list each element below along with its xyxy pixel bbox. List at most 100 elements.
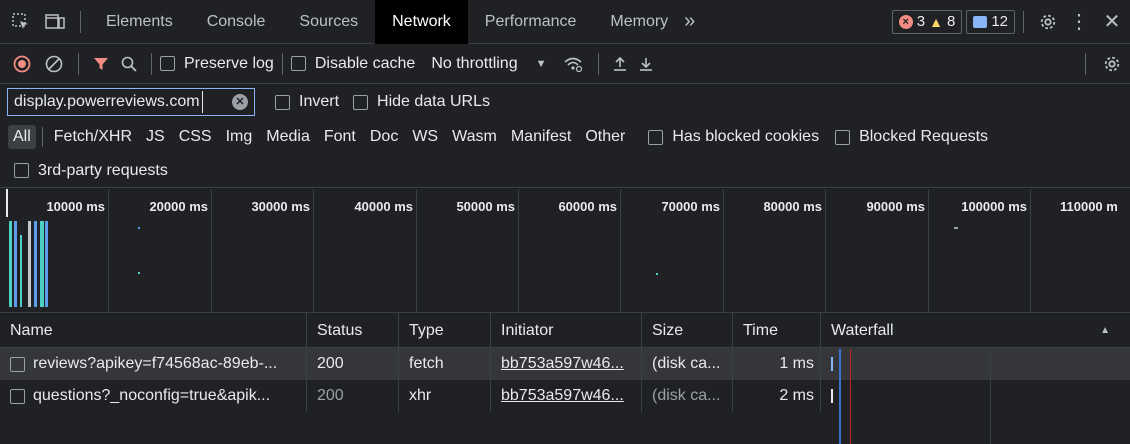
column-header-type[interactable]: Type: [399, 313, 491, 348]
tab-memory[interactable]: Memory: [593, 0, 676, 44]
network-overview-timeline[interactable]: 10000 ms 20000 ms 30000 ms 40000 ms 5000…: [0, 189, 1130, 313]
checkbox-box[interactable]: [648, 129, 664, 145]
tab-elements[interactable]: Elements: [89, 0, 190, 44]
type-filter-js[interactable]: JS: [141, 125, 170, 149]
waterfall-gridline: [990, 349, 991, 444]
cell-waterfall: [821, 380, 1130, 412]
tick-label: 10000 ms: [46, 199, 105, 214]
type-filter-all[interactable]: All: [8, 125, 36, 149]
column-header-name[interactable]: Name: [0, 313, 307, 348]
tick-90000: 90000 ms: [866, 189, 929, 312]
more-tabs-button[interactable]: »: [676, 0, 703, 44]
search-icon[interactable]: [115, 44, 143, 84]
sort-ascending-icon: ▲: [1100, 325, 1110, 336]
filter-input[interactable]: display.powerreviews.com ✕: [7, 88, 255, 116]
type-filter-font[interactable]: Font: [319, 125, 361, 149]
error-count: 3: [916, 13, 926, 30]
column-header-status[interactable]: Status: [307, 313, 399, 348]
resource-type-filters: All Fetch/XHR JS CSS Img Media Font Doc …: [0, 120, 1130, 154]
third-party-requests-label: 3rd-party requests: [38, 161, 168, 179]
device-toolbar-icon[interactable]: [38, 0, 72, 44]
record-stop-icon[interactable]: [6, 44, 38, 84]
tick-label: 50000 ms: [456, 199, 515, 214]
cell-type: xhr: [399, 380, 491, 412]
row-checkbox[interactable]: [10, 388, 25, 404]
type-filter-manifest[interactable]: Manifest: [506, 125, 576, 149]
tick-label: 90000 ms: [866, 199, 925, 214]
inspect-element-icon[interactable]: [4, 0, 38, 44]
table-row[interactable]: reviews?apikey=f74568ac-89eb-... 200 fet…: [0, 348, 1130, 380]
activity-bar: [14, 221, 17, 307]
waterfall-bar: [831, 389, 833, 403]
type-filter-media[interactable]: Media: [261, 125, 315, 149]
messages-badge[interactable]: 12: [966, 9, 1015, 34]
column-header-time[interactable]: Time: [733, 313, 821, 348]
warning-icon: ▲: [929, 13, 943, 30]
tab-console[interactable]: Console: [190, 0, 283, 44]
clear-filter-icon[interactable]: ✕: [232, 94, 248, 110]
type-filter-fetch-xhr[interactable]: Fetch/XHR: [49, 125, 137, 149]
tab-performance[interactable]: Performance: [468, 0, 594, 44]
tick-label: 60000 ms: [558, 199, 617, 214]
row-checkbox[interactable]: [10, 356, 25, 372]
checkbox-box[interactable]: [353, 94, 369, 110]
table-row[interactable]: questions?_noconfig=true&apik... 200 xhr…: [0, 380, 1130, 412]
warning-count: 8: [946, 13, 956, 30]
checkbox-box[interactable]: [275, 94, 290, 110]
blocked-requests-checkbox[interactable]: Blocked Requests: [835, 128, 988, 146]
checkbox-box[interactable]: [835, 129, 851, 145]
cell-initiator-link[interactable]: bb753a597w46...: [491, 380, 642, 412]
invert-checkbox[interactable]: Invert: [275, 93, 339, 111]
type-filter-doc[interactable]: Doc: [365, 125, 403, 149]
type-filter-css[interactable]: CSS: [174, 125, 217, 149]
settings-gear-icon[interactable]: [1032, 0, 1064, 44]
checkbox-box[interactable]: [160, 56, 175, 71]
tick-label: 70000 ms: [661, 199, 720, 214]
cell-name[interactable]: reviews?apikey=f74568ac-89eb-...: [0, 348, 307, 380]
has-blocked-cookies-checkbox[interactable]: Has blocked cookies: [648, 128, 819, 146]
activity-dot: [138, 227, 140, 229]
disable-cache-checkbox[interactable]: Disable cache: [290, 55, 415, 73]
clear-icon[interactable]: [38, 44, 70, 84]
type-filter-img[interactable]: Img: [221, 125, 258, 149]
throttling-value: No throttling: [431, 54, 518, 72]
issues-badge[interactable]: × 3 ▲ 8: [891, 9, 963, 34]
type-filter-other[interactable]: Other: [580, 125, 630, 149]
export-har-icon[interactable]: [633, 44, 659, 84]
cell-status: 200: [307, 380, 399, 412]
close-icon[interactable]: ✕: [1094, 0, 1130, 44]
network-conditions-icon[interactable]: [556, 44, 590, 84]
tick-label: 40000 ms: [354, 199, 413, 214]
hide-data-urls-checkbox[interactable]: Hide data URLs: [353, 93, 490, 111]
column-header-initiator[interactable]: Initiator: [491, 313, 642, 348]
overview-activity: [9, 221, 49, 307]
network-settings-gear-icon[interactable]: [1094, 44, 1130, 84]
activity-bar: [9, 221, 12, 307]
devtools-tabbar: Elements Console Sources Network Perform…: [0, 0, 1130, 44]
tick-label: 100000 ms: [961, 199, 1027, 214]
tick-50000: 50000 ms: [456, 189, 519, 312]
preserve-log-checkbox[interactable]: Preserve log: [160, 55, 274, 73]
checkbox-box[interactable]: [14, 163, 29, 178]
filter-input-value[interactable]: display.powerreviews.com: [14, 93, 200, 111]
throttling-select[interactable]: No throttling ▼: [431, 55, 546, 73]
more-options-icon[interactable]: ⋮: [1064, 0, 1094, 44]
request-name: questions?_noconfig=true&apik...: [33, 387, 271, 404]
column-header-size[interactable]: Size: [642, 313, 733, 348]
third-party-requests-checkbox[interactable]: 3rd-party requests: [14, 162, 168, 180]
cell-initiator-link[interactable]: bb753a597w46...: [491, 348, 642, 380]
cell-name[interactable]: questions?_noconfig=true&apik...: [0, 380, 307, 412]
tab-network[interactable]: Network: [375, 0, 468, 44]
column-header-waterfall[interactable]: Waterfall ▲: [821, 313, 1130, 348]
import-har-icon[interactable]: [607, 44, 633, 84]
tab-sources[interactable]: Sources: [282, 0, 375, 44]
type-filter-ws[interactable]: WS: [407, 125, 443, 149]
text-caret: [201, 91, 204, 113]
table-header: Name Status Type Initiator Size Time Wat…: [0, 313, 1130, 348]
activity-dot: [954, 227, 958, 229]
filter-icon[interactable]: [87, 44, 115, 84]
tick-80000: 80000 ms: [763, 189, 826, 312]
message-count: 12: [991, 13, 1008, 30]
checkbox-box[interactable]: [290, 56, 306, 71]
type-filter-wasm[interactable]: Wasm: [447, 125, 502, 149]
